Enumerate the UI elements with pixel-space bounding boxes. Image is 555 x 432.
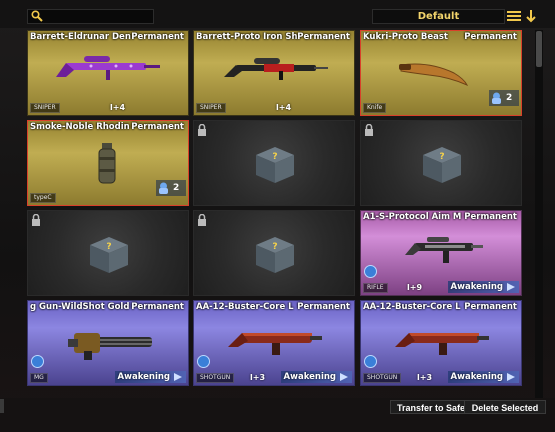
- awakening-emblem-icon: [31, 355, 44, 368]
- sort-arrow-icon[interactable]: [526, 9, 536, 23]
- count-badge: 2: [489, 90, 519, 106]
- svg-text:?: ?: [272, 242, 277, 252]
- item-status: Permanent: [464, 302, 517, 312]
- item-card[interactable]: Smoke-Noble Rhodin Permanent typeC 2: [27, 120, 189, 206]
- delete-selected-button[interactable]: Delete Selected: [464, 400, 546, 414]
- item-type: Knife: [363, 103, 387, 113]
- item-count: 2: [173, 183, 180, 193]
- item-count: 2: [506, 93, 513, 103]
- awakening-text: Awakening: [283, 372, 336, 382]
- svg-text:?: ?: [272, 152, 277, 162]
- purple-sniper-rifle-icon: [56, 56, 160, 80]
- awakening-label: Awakening: [280, 371, 352, 383]
- item-card[interactable]: AA-12-Buster-Core L Permanent SHOTGUN l+…: [193, 300, 355, 386]
- item-card[interactable]: Barrett-Proto Iron Sh Permanent SNIPER l…: [193, 30, 355, 116]
- mystery-box-icon: ?: [423, 147, 461, 183]
- item-type: SNIPER: [196, 103, 226, 113]
- search-input[interactable]: [27, 9, 154, 24]
- svg-text:?: ?: [106, 242, 111, 252]
- mystery-box-card[interactable]: ?: [360, 120, 522, 206]
- scrollbar-thumb[interactable]: [536, 31, 542, 67]
- item-status: Permanent: [131, 122, 184, 132]
- item-card[interactable]: Barrett-Eldrunar Den Permanent SNIPER l+…: [27, 30, 189, 116]
- item-type: SHOTGUN: [363, 373, 402, 383]
- item-card[interactable]: g Gun-WildShot Gold Permanent MG Awakeni…: [27, 300, 189, 386]
- item-name: Barrett-Eldrunar Den: [30, 32, 131, 42]
- item-status: Permanent: [464, 32, 517, 42]
- shotgun-icon: [228, 333, 322, 355]
- item-name: Kukri-Proto Beast: [363, 32, 448, 42]
- item-card[interactable]: AA-12-Buster-Core L Permanent SHOTGUN l+…: [360, 300, 522, 386]
- lock-icon: [198, 214, 206, 226]
- awakening-arrow-icon: [507, 283, 515, 291]
- item-level: l+9: [407, 283, 423, 292]
- shotgun-icon: [395, 333, 489, 355]
- smoke-grenade-icon: [98, 143, 116, 184]
- awakening-arrow-icon: [507, 373, 515, 381]
- red-sniper-rifle-icon: [224, 58, 328, 80]
- item-name: g Gun-WildShot Gold: [30, 302, 130, 312]
- mystery-box-card[interactable]: ?: [193, 120, 355, 206]
- item-status: Permanent: [131, 32, 184, 42]
- awakening-emblem-icon: [197, 355, 210, 368]
- transfer-to-safe-button[interactable]: Transfer to Safe: [390, 400, 472, 414]
- search-icon: [31, 10, 43, 22]
- item-status: Permanent: [297, 32, 350, 42]
- item-type: MG: [30, 373, 48, 383]
- awakening-arrow-icon: [174, 373, 182, 381]
- item-grid: Barrett-Eldrunar Den Permanent SNIPER l+…: [27, 30, 525, 388]
- inventory-count-icon: [159, 182, 168, 194]
- mystery-box-icon: ?: [256, 147, 294, 183]
- item-name: A1-S-Protocol Aim M: [363, 212, 462, 222]
- awakening-arrow-icon: [340, 373, 348, 381]
- count-badge: 2: [156, 180, 186, 196]
- lock-icon: [365, 124, 373, 136]
- awakening-emblem-icon: [364, 355, 377, 368]
- item-level: l+3: [417, 373, 433, 382]
- item-status: Permanent: [297, 302, 350, 312]
- item-name: Smoke-Noble Rhodin: [30, 122, 130, 132]
- mystery-box-icon: ?: [90, 237, 128, 273]
- awakening-text: Awakening: [450, 282, 503, 292]
- item-type: RIFLE: [363, 283, 388, 293]
- side-tab[interactable]: [0, 399, 4, 413]
- item-status: Permanent: [464, 212, 517, 222]
- lock-icon: [198, 124, 206, 136]
- item-level: l+4: [110, 103, 126, 112]
- awakening-label: Awakening: [114, 371, 186, 383]
- sort-dropdown[interactable]: Default: [372, 9, 505, 24]
- lock-icon: [32, 214, 40, 226]
- mystery-box-card[interactable]: ?: [27, 210, 189, 296]
- item-card[interactable]: A1-S-Protocol Aim M Permanent RIFLE l+9 …: [360, 210, 522, 296]
- awakening-emblem-icon: [364, 265, 377, 278]
- awakening-text: Awakening: [117, 372, 170, 382]
- scrollbar-track[interactable]: [535, 30, 543, 398]
- item-type: SNIPER: [30, 103, 60, 113]
- item-type: SHOTGUN: [196, 373, 235, 383]
- inventory-count-icon: [492, 92, 501, 104]
- item-card[interactable]: Kukri-Proto Beast Permanent Knife 2: [360, 30, 522, 116]
- gatling-gun-icon: [68, 333, 152, 360]
- kukri-knife-icon: [399, 63, 469, 87]
- item-name: AA-12-Buster-Core L: [363, 302, 461, 312]
- mystery-box-icon: ?: [256, 237, 294, 273]
- item-level: l+4: [276, 103, 292, 112]
- awakening-label: Awakening: [447, 281, 519, 293]
- awakening-text: Awakening: [450, 372, 503, 382]
- assault-rifle-icon: [405, 237, 483, 263]
- mystery-box-card[interactable]: ?: [193, 210, 355, 296]
- awakening-label: Awakening: [447, 371, 519, 383]
- list-view-icon[interactable]: [507, 10, 521, 22]
- item-name: Barrett-Proto Iron Sh: [196, 32, 298, 42]
- item-type: typeC: [30, 193, 56, 203]
- item-level: l+3: [250, 373, 266, 382]
- item-status: Permanent: [131, 302, 184, 312]
- svg-text:?: ?: [439, 152, 444, 162]
- item-name: AA-12-Buster-Core L: [196, 302, 294, 312]
